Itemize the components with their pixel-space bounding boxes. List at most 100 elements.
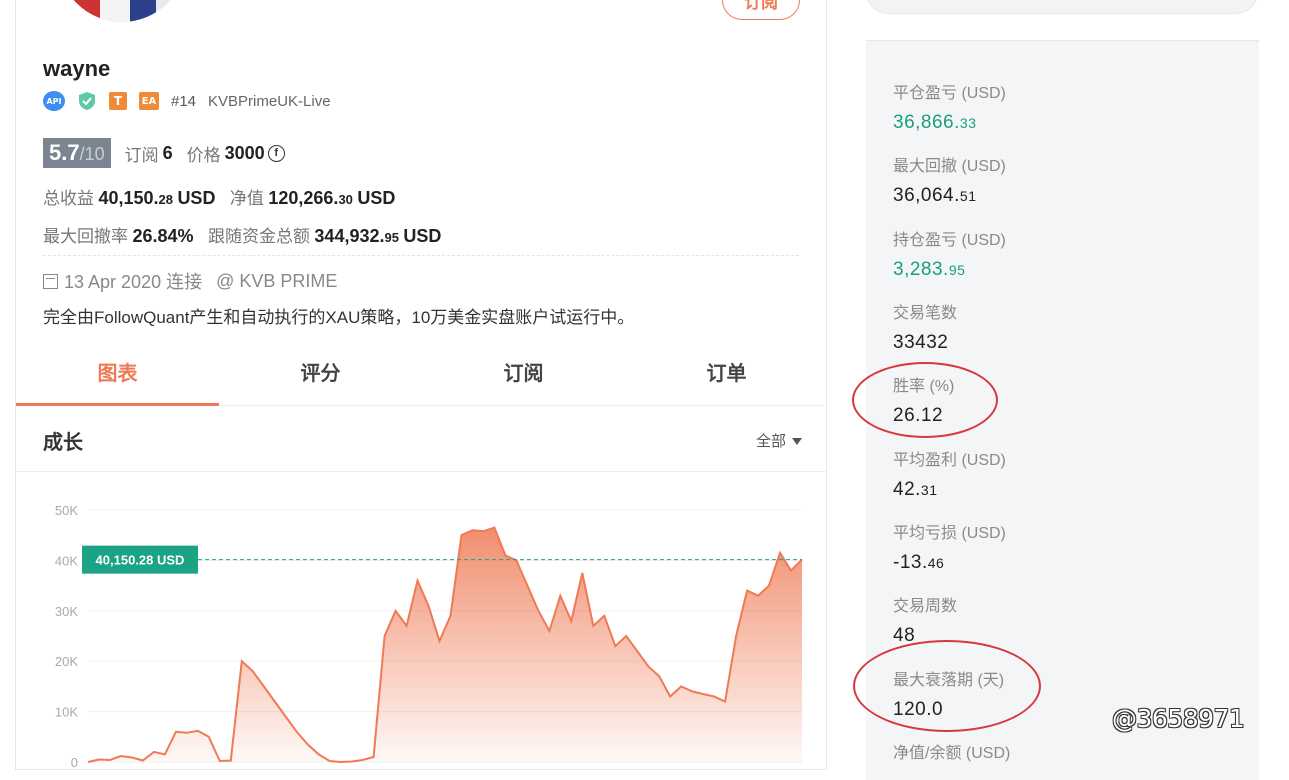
follow-label: 跟随资金总额: [207, 227, 310, 246]
username: wayne: [43, 56, 111, 81]
y-tick-label: 40K: [55, 553, 78, 568]
total-profit-dec: 28: [158, 192, 173, 207]
total-profit-label: 总收益: [43, 189, 94, 208]
follow-unit: USD: [403, 226, 442, 246]
trader-card: 订阅 wayne API T EA #14 KVBPrimeUK-Live 5.…: [15, 0, 827, 770]
total-profit-unit: USD: [177, 188, 216, 208]
stat-value-int: 33432: [893, 332, 949, 353]
y-tick-label: 20K: [55, 654, 78, 669]
tab-bar: 图表 评分 订阅 订单: [16, 348, 826, 406]
y-tick-label: 10K: [55, 705, 78, 720]
subs-value: 6: [162, 142, 173, 163]
stat-item: 平均亏损 (USD) -13.46: [893, 519, 1006, 574]
search-bar[interactable]: [866, 0, 1258, 14]
follow-int: 344,932.: [314, 226, 385, 246]
equity-unit: USD: [357, 188, 396, 208]
equity-dec: 30: [338, 192, 353, 207]
score-value: 5.7: [49, 140, 80, 165]
stat-value-dec: 51: [959, 188, 977, 204]
price-label: 价格: [186, 145, 221, 165]
avatar-pattern: [156, 0, 176, 22]
range-filter-label: 全部: [755, 432, 786, 450]
stat-item: 平均盈利 (USD) 42.31: [893, 446, 1006, 501]
stat-label: 平均盈利 (USD): [893, 452, 1006, 469]
stat-value-int: 36,866.: [893, 112, 960, 133]
t-badge-icon: T: [109, 92, 127, 110]
stat-item: 持仓盈亏 (USD) 3,283.95: [893, 226, 1006, 281]
stat-label: 平均亏损 (USD): [893, 525, 1006, 542]
tab-chart[interactable]: 图表: [16, 348, 219, 406]
max-dd-value: 26.84%: [132, 226, 194, 246]
growth-header: 成长 全部: [16, 406, 826, 472]
score-badge: 5.7 /10: [43, 138, 111, 168]
stat-value: 3,283.95: [893, 259, 1006, 281]
equity-int: 120,266.: [268, 188, 339, 208]
stat-item: 交易周数 48: [893, 592, 957, 647]
annotation-circle: [853, 640, 1041, 732]
stat-value-dec: 46: [927, 555, 945, 571]
subscribe-button[interactable]: 订阅: [722, 0, 800, 20]
growth-title: 成长: [43, 430, 83, 454]
total-profit-int: 40,150.: [98, 188, 159, 208]
watermark: @3658971: [1112, 704, 1245, 733]
stat-label: 净值/余额 (USD): [893, 745, 1011, 762]
y-tick-label: 30K: [55, 604, 78, 619]
caret-down-icon: [792, 438, 802, 445]
growth-chart: 50K 40K 30K 20K 10K 0 40,150.28 USD: [16, 472, 826, 770]
stat-label: 交易笔数: [893, 305, 958, 322]
strategy-description: 完全由FollowQuant产生和自动执行的XAU策略，10万美金实盘账户试运行…: [43, 308, 635, 327]
price-value: 3000: [224, 142, 265, 163]
avatar[interactable]: [58, 0, 186, 22]
stat-item: 最大回撤 (USD) 36,064.51: [893, 152, 1006, 207]
stat-label: 平仓盈亏 (USD): [893, 85, 1006, 102]
stat-value-int: 42.: [893, 479, 921, 500]
y-tick-label: 50K: [55, 503, 78, 518]
broker-account: KVBPrimeUK-Live: [208, 92, 331, 110]
tab-orders[interactable]: 订单: [625, 348, 826, 405]
growth-chart-svg: 50K 40K 30K 20K 10K 0 40,150.28 USD: [55, 503, 803, 770]
coin-icon: f: [267, 144, 285, 162]
range-filter-dropdown[interactable]: 全部: [756, 430, 802, 451]
stat-item: 平仓盈亏 (USD) 36,866.33: [893, 79, 1006, 134]
follow-dec: 95: [384, 230, 399, 245]
score-row: 5.7 /10 订阅 6 价格 3000 f: [43, 138, 285, 168]
stat-value: -13.46: [893, 552, 1006, 574]
stat-label: 交易周数: [893, 598, 958, 615]
stat-value-int: -13.: [893, 552, 928, 573]
rank: #14: [171, 92, 197, 110]
provider-link[interactable]: @ KVB PRIME: [216, 271, 337, 292]
stat-value: 42.31: [893, 479, 1006, 501]
score-max: /10: [79, 144, 105, 164]
avatar-pattern: [130, 0, 156, 22]
connection-row: 13 Apr 2020 连接 @ KVB PRIME: [43, 268, 337, 294]
connect-date: 13 Apr 2020 连接: [64, 272, 203, 292]
stat-label: 持仓盈亏 (USD): [893, 232, 1006, 249]
calendar-icon: [43, 273, 58, 289]
ea-badge-icon: EA: [139, 92, 159, 110]
stat-value: 36,866.33: [893, 112, 1006, 134]
subs-label: 订阅: [124, 145, 159, 165]
current-value-label: 40,150.28 USD: [96, 553, 185, 568]
divider: [43, 255, 799, 256]
stat-item: 交易笔数 33432: [893, 299, 957, 354]
stat-value-int: 3,283.: [893, 259, 949, 280]
stat-item: 净值/余额 (USD): [893, 739, 1010, 763]
profit-row: 总收益 40,150.28 USD 净值 120,266.30 USD: [43, 184, 395, 209]
max-dd-label: 最大回撤率: [43, 227, 128, 246]
api-badge-icon: API: [43, 91, 65, 111]
stat-label: 最大回撤 (USD): [893, 158, 1006, 175]
stat-value-dec: 31: [920, 482, 938, 498]
drawdown-row: 最大回撤率 26.84% 跟随资金总额 344,932.95 USD: [43, 222, 441, 247]
stat-value-dec: 95: [948, 262, 966, 278]
verified-shield-icon: [77, 91, 97, 111]
tab-subscription[interactable]: 订阅: [422, 348, 625, 405]
stat-value-dec: 33: [959, 115, 977, 131]
stat-value-int: 36,064.: [893, 185, 960, 206]
tab-rating[interactable]: 评分: [219, 348, 422, 405]
stat-value: 36,064.51: [893, 185, 1006, 207]
badge-row: API T EA #14 KVBPrimeUK-Live: [43, 90, 331, 112]
annotation-circle: [852, 362, 998, 438]
stat-value: 33432: [893, 332, 957, 354]
y-tick-label: 0: [71, 755, 78, 770]
avatar-pattern: [72, 0, 100, 22]
